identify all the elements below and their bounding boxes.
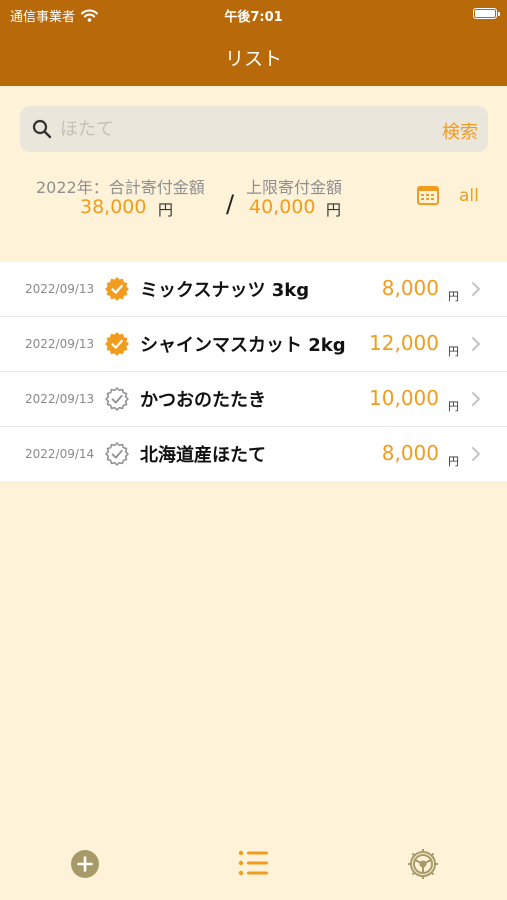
year-total-label: 2022年：合計寄付金額 [36,178,205,197]
checkmark-seal-filled-icon [105,332,129,356]
checkmark-seal-filled-icon [105,277,129,301]
list-item[interactable]: 2022/09/13 ミックスナッツ 3kg 8,000 円 [0,262,507,317]
list-item[interactable]: 2022/09/14 北海道産ほたて 8,000 円 [0,427,507,481]
gear-icon[interactable] [406,847,440,881]
item-amount: 12,000 [369,331,439,355]
donation-summary: 2022年：合計寄付金額 38,000 円 / 上限寄付金額 40,000 円 … [0,168,507,228]
checkmark-seal-outline-icon [105,442,129,466]
item-date: 2022/09/13 [25,392,95,406]
item-name: シャインマスカット 2kg [140,335,346,356]
item-name: 北海道産ほたて [140,445,266,466]
item-amount: 8,000 [381,276,439,300]
item-unit: 円 [448,290,459,303]
item-name: ミックスナッツ 3kg [140,280,310,301]
list-item[interactable]: 2022/09/13 シャインマスカット 2kg 12,000 円 [0,317,507,372]
item-date: 2022/09/13 [25,282,95,296]
item-unit: 円 [448,400,459,413]
total-unit: 円 [158,201,174,219]
chevron-right-icon [472,337,480,351]
page-title: リスト [224,48,282,70]
plus-circle-icon[interactable] [70,849,100,879]
total-amount: 38,000 [80,196,147,218]
search-button[interactable]: 検索 [442,118,478,144]
limit-label: 上限寄付金額 [246,178,343,197]
item-amount: 10,000 [369,386,439,410]
search-input[interactable] [60,106,420,152]
chevron-right-icon [472,447,480,461]
battery-icon [473,8,500,19]
search-bar: 検索 [20,106,488,152]
item-date: 2022/09/14 [25,447,95,461]
donation-list: 2022/09/13 ミックスナッツ 3kg 8,000 円 2022/09/1… [0,262,507,481]
calendar-icon[interactable] [417,185,439,205]
list-item[interactable]: 2022/09/13 かつおのたたき 10,000 円 [0,372,507,427]
list-icon[interactable] [238,850,270,876]
limit-unit: 円 [326,201,342,219]
item-unit: 円 [448,345,459,358]
nav-bar: リスト [0,28,507,86]
all-button[interactable]: all [459,186,479,206]
chevron-right-icon [472,282,480,296]
item-name: かつおのたたき [140,390,266,411]
item-unit: 円 [448,455,459,468]
checkmark-seal-outline-icon [105,387,129,411]
status-bar: 通信事業者 午後7:01 [0,0,507,28]
tab-bar [0,840,507,900]
limit-amount: 40,000 [249,196,316,218]
separator: / [226,190,235,218]
item-date: 2022/09/13 [25,337,95,351]
chevron-right-icon [472,392,480,406]
item-amount: 8,000 [381,441,439,465]
search-icon [32,119,52,139]
status-time: 午後7:01 [224,10,283,25]
